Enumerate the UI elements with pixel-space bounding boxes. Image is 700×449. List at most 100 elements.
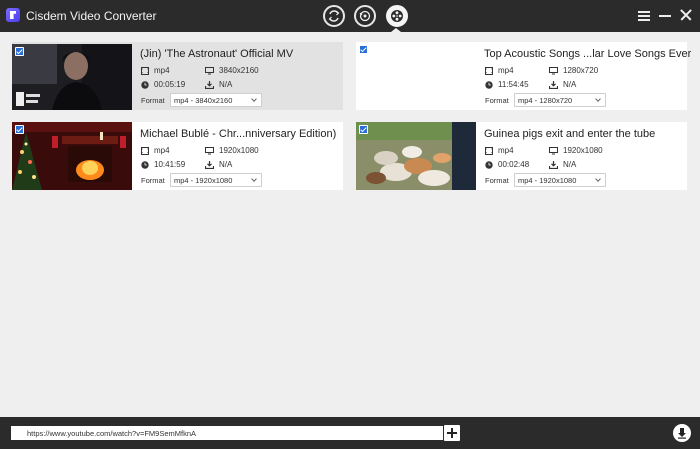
select-checkbox[interactable]	[359, 125, 368, 134]
duration-meta: 00:05:19	[141, 80, 185, 89]
guinea-pigs-thumbnail-image	[356, 122, 476, 190]
app-logo-icon	[6, 8, 20, 22]
url-input[interactable]	[11, 426, 443, 440]
size-meta: N/A	[205, 160, 232, 169]
christmas-fireplace-thumbnail-image	[12, 122, 132, 190]
resolution-meta: 1920x1080	[205, 146, 259, 155]
select-checkbox[interactable]	[359, 45, 368, 54]
monitor-icon	[205, 146, 214, 155]
download-size-icon	[549, 80, 558, 89]
menu-icon[interactable]	[638, 11, 650, 23]
download-all-button[interactable]	[673, 424, 691, 442]
duration-meta: 11:54:45	[485, 80, 529, 89]
clock-icon	[141, 81, 149, 89]
size-meta: N/A	[549, 160, 576, 169]
bottom-bar	[0, 417, 700, 449]
film-reel-icon	[391, 10, 403, 22]
size-value: N/A	[219, 160, 233, 169]
clock-icon	[485, 81, 493, 89]
download-size-icon	[205, 160, 214, 169]
format-select[interactable]: mp4 - 1920x1080	[170, 173, 262, 187]
resolution-value: 1920x1080	[219, 146, 259, 155]
container-value: mp4	[154, 66, 170, 75]
format-value: mp4 - 3840x2160	[174, 96, 233, 105]
active-mode-indicator	[391, 28, 401, 32]
film-icon	[485, 146, 493, 155]
duration-value: 10:41:59	[154, 160, 186, 169]
chevron-down-icon	[251, 96, 257, 102]
container-meta: mp4	[141, 146, 170, 155]
format-label: Format	[141, 96, 165, 105]
video-card-3[interactable]: Guinea pigs exit and enter the tube mp4 …	[356, 122, 687, 190]
select-checkbox[interactable]	[15, 125, 24, 134]
film-icon	[141, 66, 149, 75]
download-mode-button[interactable]	[386, 5, 408, 27]
format-select[interactable]: mp4 - 1920x1080	[514, 173, 606, 187]
format-select[interactable]: mp4 - 3840x2160	[170, 93, 262, 107]
container-value: mp4	[154, 146, 170, 155]
close-icon[interactable]	[680, 9, 692, 21]
container-value: mp4	[498, 146, 514, 155]
video-thumbnail	[356, 122, 476, 190]
video-card-0[interactable]: (Jin) 'The Astronaut' Official MV mp4 38…	[12, 42, 343, 110]
format-value: mp4 - 1920x1080	[174, 176, 233, 185]
resolution-value: 1920x1080	[563, 146, 603, 155]
format-value: mp4 - 1280x720	[518, 96, 573, 105]
add-url-button[interactable]	[444, 425, 460, 441]
rip-mode-button[interactable]	[354, 5, 376, 27]
monitor-icon	[549, 66, 558, 75]
container-meta: mp4	[485, 146, 514, 155]
format-label: Format	[485, 96, 509, 105]
format-value: mp4 - 1920x1080	[518, 176, 577, 185]
film-icon	[141, 146, 149, 155]
duration-value: 00:05:19	[154, 80, 186, 89]
download-size-icon	[205, 80, 214, 89]
container-meta: mp4	[141, 66, 170, 75]
container-meta: mp4	[485, 66, 514, 75]
resolution-meta: 1920x1080	[549, 146, 603, 155]
duration-value: 00:02:48	[498, 160, 530, 169]
convert-mode-button[interactable]	[323, 5, 345, 27]
resolution-meta: 1280x720	[549, 66, 598, 75]
duration-value: 11:54:45	[498, 80, 529, 89]
video-title: Michael Bublé - Chr...nniversary Edition…	[140, 128, 337, 140]
video-thumbnail	[12, 122, 132, 190]
container-value: mp4	[498, 66, 514, 75]
size-value: N/A	[563, 160, 577, 169]
clock-icon	[485, 161, 493, 169]
video-title: Top Acoustic Songs ...lar Love Songs Eve…	[484, 48, 692, 60]
film-icon	[485, 66, 493, 75]
size-meta: N/A	[549, 80, 576, 89]
format-label: Format	[485, 176, 509, 185]
app-title: Cisdem Video Converter	[26, 9, 157, 23]
select-checkbox[interactable]	[15, 47, 24, 56]
duration-meta: 00:02:48	[485, 160, 529, 169]
resolution-value: 3840x2160	[219, 66, 259, 75]
clock-icon	[141, 161, 149, 169]
video-card-2[interactable]: Michael Bublé - Chr...nniversary Edition…	[12, 122, 343, 190]
resolution-meta: 3840x2160	[205, 66, 259, 75]
size-value: N/A	[219, 80, 233, 89]
video-title: Guinea pigs exit and enter the tube	[484, 128, 656, 140]
rip-icon	[359, 10, 371, 22]
video-title: (Jin) 'The Astronaut' Official MV	[140, 48, 294, 60]
chevron-down-icon	[595, 176, 601, 182]
format-select[interactable]: mp4 - 1280x720	[514, 93, 606, 107]
title-bar: Cisdem Video Converter	[0, 0, 700, 32]
video-card-1[interactable]: Top Acoustic Songs ...lar Love Songs Eve…	[356, 42, 691, 110]
minimize-icon[interactable]	[659, 9, 671, 21]
format-label: Format	[141, 176, 165, 185]
chevron-down-icon	[251, 176, 257, 182]
video-thumbnail	[12, 44, 132, 110]
size-meta: N/A	[205, 80, 232, 89]
convert-icon	[328, 10, 340, 22]
monitor-icon	[549, 146, 558, 155]
monitor-icon	[205, 66, 214, 75]
astronaut-thumbnail-image	[12, 44, 132, 110]
size-value: N/A	[563, 80, 577, 89]
video-thumbnail	[356, 42, 476, 110]
download-size-icon	[549, 160, 558, 169]
download-icon	[678, 428, 686, 439]
duration-meta: 10:41:59	[141, 160, 185, 169]
chevron-down-icon	[595, 96, 601, 102]
